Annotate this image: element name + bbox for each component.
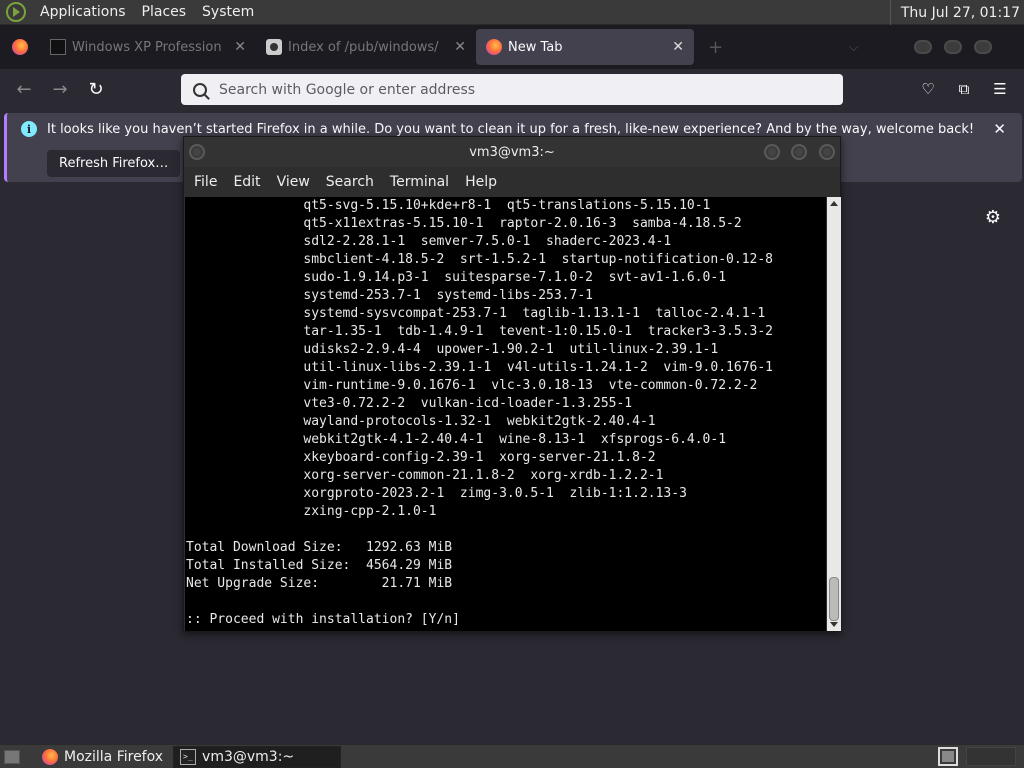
menu-applications[interactable]: Applications [32, 0, 134, 25]
workspace-1-switcher[interactable] [938, 747, 958, 766]
firefox-icon [42, 748, 58, 765]
terminal-scrollbar[interactable] [827, 197, 841, 631]
forward-arrow-icon[interactable]: → [42, 73, 78, 105]
close-tab-icon[interactable]: ✕ [226, 39, 246, 55]
terminal-titlebar[interactable]: vm3@vm3:~ [184, 137, 840, 167]
menu-help[interactable]: Help [459, 174, 503, 190]
close-button[interactable] [819, 144, 835, 160]
tab-title: New Tab [508, 39, 563, 55]
minimize-button[interactable] [764, 144, 780, 160]
reload-icon[interactable]: ↻ [78, 73, 114, 105]
taskbar-item-firefox[interactable]: Mozilla Firefox [36, 746, 169, 768]
extensions-puzzle-icon[interactable]: ⧉ [949, 73, 979, 105]
menu-file[interactable]: File [188, 174, 223, 190]
tab-title: Windows XP Professional [72, 39, 222, 55]
maximize-window-button[interactable] [944, 40, 963, 54]
taskbar: Mozilla Firefox >_ vm3@vm3:~ [0, 744, 1024, 768]
url-bar[interactable] [181, 74, 843, 105]
tab-favicon-icon [486, 39, 502, 55]
menu-terminal[interactable]: Terminal [384, 174, 455, 190]
distro-logo-icon[interactable] [6, 2, 26, 22]
menu-edit[interactable]: Edit [227, 174, 266, 190]
tab-title: Index of /pub/windows/ [288, 39, 439, 55]
minimize-window-button[interactable] [914, 40, 933, 54]
close-tab-icon[interactable]: ✕ [664, 39, 684, 55]
tab-index-of-windows[interactable]: Index of /pub/windows/ ✕ [256, 29, 476, 65]
taskbar-item-terminal[interactable]: >_ vm3@vm3:~ [173, 745, 342, 768]
address-input[interactable] [219, 81, 819, 98]
terminal-text: qt5-svg-5.15.10+kde+r8-1 qt5-translation… [186, 198, 773, 627]
menu-places[interactable]: Places [134, 0, 195, 25]
terminal-window[interactable]: vm3@vm3:~ File Edit View Search Terminal… [183, 136, 841, 632]
menu-search[interactable]: Search [320, 174, 380, 190]
close-tab-icon[interactable]: ✕ [446, 39, 466, 55]
workspace-2-switcher[interactable] [966, 747, 1016, 766]
maximize-button[interactable] [791, 144, 807, 160]
new-tab-plus-icon[interactable]: + [708, 37, 723, 58]
navigation-toolbar: ← → ↻ ♡ ⧉ ☰ [0, 69, 1024, 109]
tab-windows-xp[interactable]: Windows XP Professional ✕ [40, 29, 256, 65]
search-icon [193, 82, 207, 97]
terminal-icon: >_ [180, 748, 197, 765]
tab-strip: Windows XP Professional ✕ Index of /pub/… [0, 25, 1024, 69]
refresh-firefox-button[interactable]: Refresh Firefox… [47, 150, 181, 177]
scrollbar-thumb[interactable] [829, 577, 839, 621]
tab-new-tab[interactable]: New Tab ✕ [476, 29, 694, 65]
scroll-up-icon[interactable] [830, 201, 838, 206]
show-desktop-icon[interactable] [4, 749, 20, 764]
scroll-down-icon[interactable] [830, 622, 838, 627]
notification-message: It looks like you haven’t started Firefo… [47, 122, 975, 137]
list-tabs-chevron-down-icon[interactable]: ⌵ [849, 40, 858, 55]
clock[interactable]: Thu Jul 27, 01:17 [889, 0, 1020, 25]
firefox-view-button[interactable] [0, 39, 40, 55]
info-icon: i [21, 121, 37, 137]
taskbar-item-label: Mozilla Firefox [64, 748, 164, 765]
menu-view[interactable]: View [271, 174, 316, 190]
app-menu-hamburger-icon[interactable]: ☰ [985, 73, 1015, 105]
terminal-output[interactable]: qt5-svg-5.15.10+kde+r8-1 qt5-translation… [185, 197, 826, 631]
taskbar-item-label: vm3@vm3:~ [202, 748, 295, 765]
firefox-icon [12, 39, 28, 55]
close-window-button[interactable] [974, 40, 993, 54]
menu-system[interactable]: System [194, 0, 262, 25]
gear-icon[interactable]: ⚙ [983, 207, 1003, 228]
window-menu-button[interactable] [189, 144, 205, 160]
back-arrow-icon[interactable]: ← [6, 73, 42, 105]
terminal-menubar: File Edit View Search Terminal Help [184, 167, 840, 197]
terminal-title: vm3@vm3:~ [469, 144, 555, 160]
close-notification-icon[interactable]: ✕ [993, 120, 1006, 138]
tab-favicon-icon [50, 39, 66, 55]
top-panel: Applications Places System Thu Jul 27, 0… [0, 0, 1024, 25]
tab-favicon-icon [266, 39, 282, 55]
pocket-icon[interactable]: ♡ [913, 73, 943, 105]
